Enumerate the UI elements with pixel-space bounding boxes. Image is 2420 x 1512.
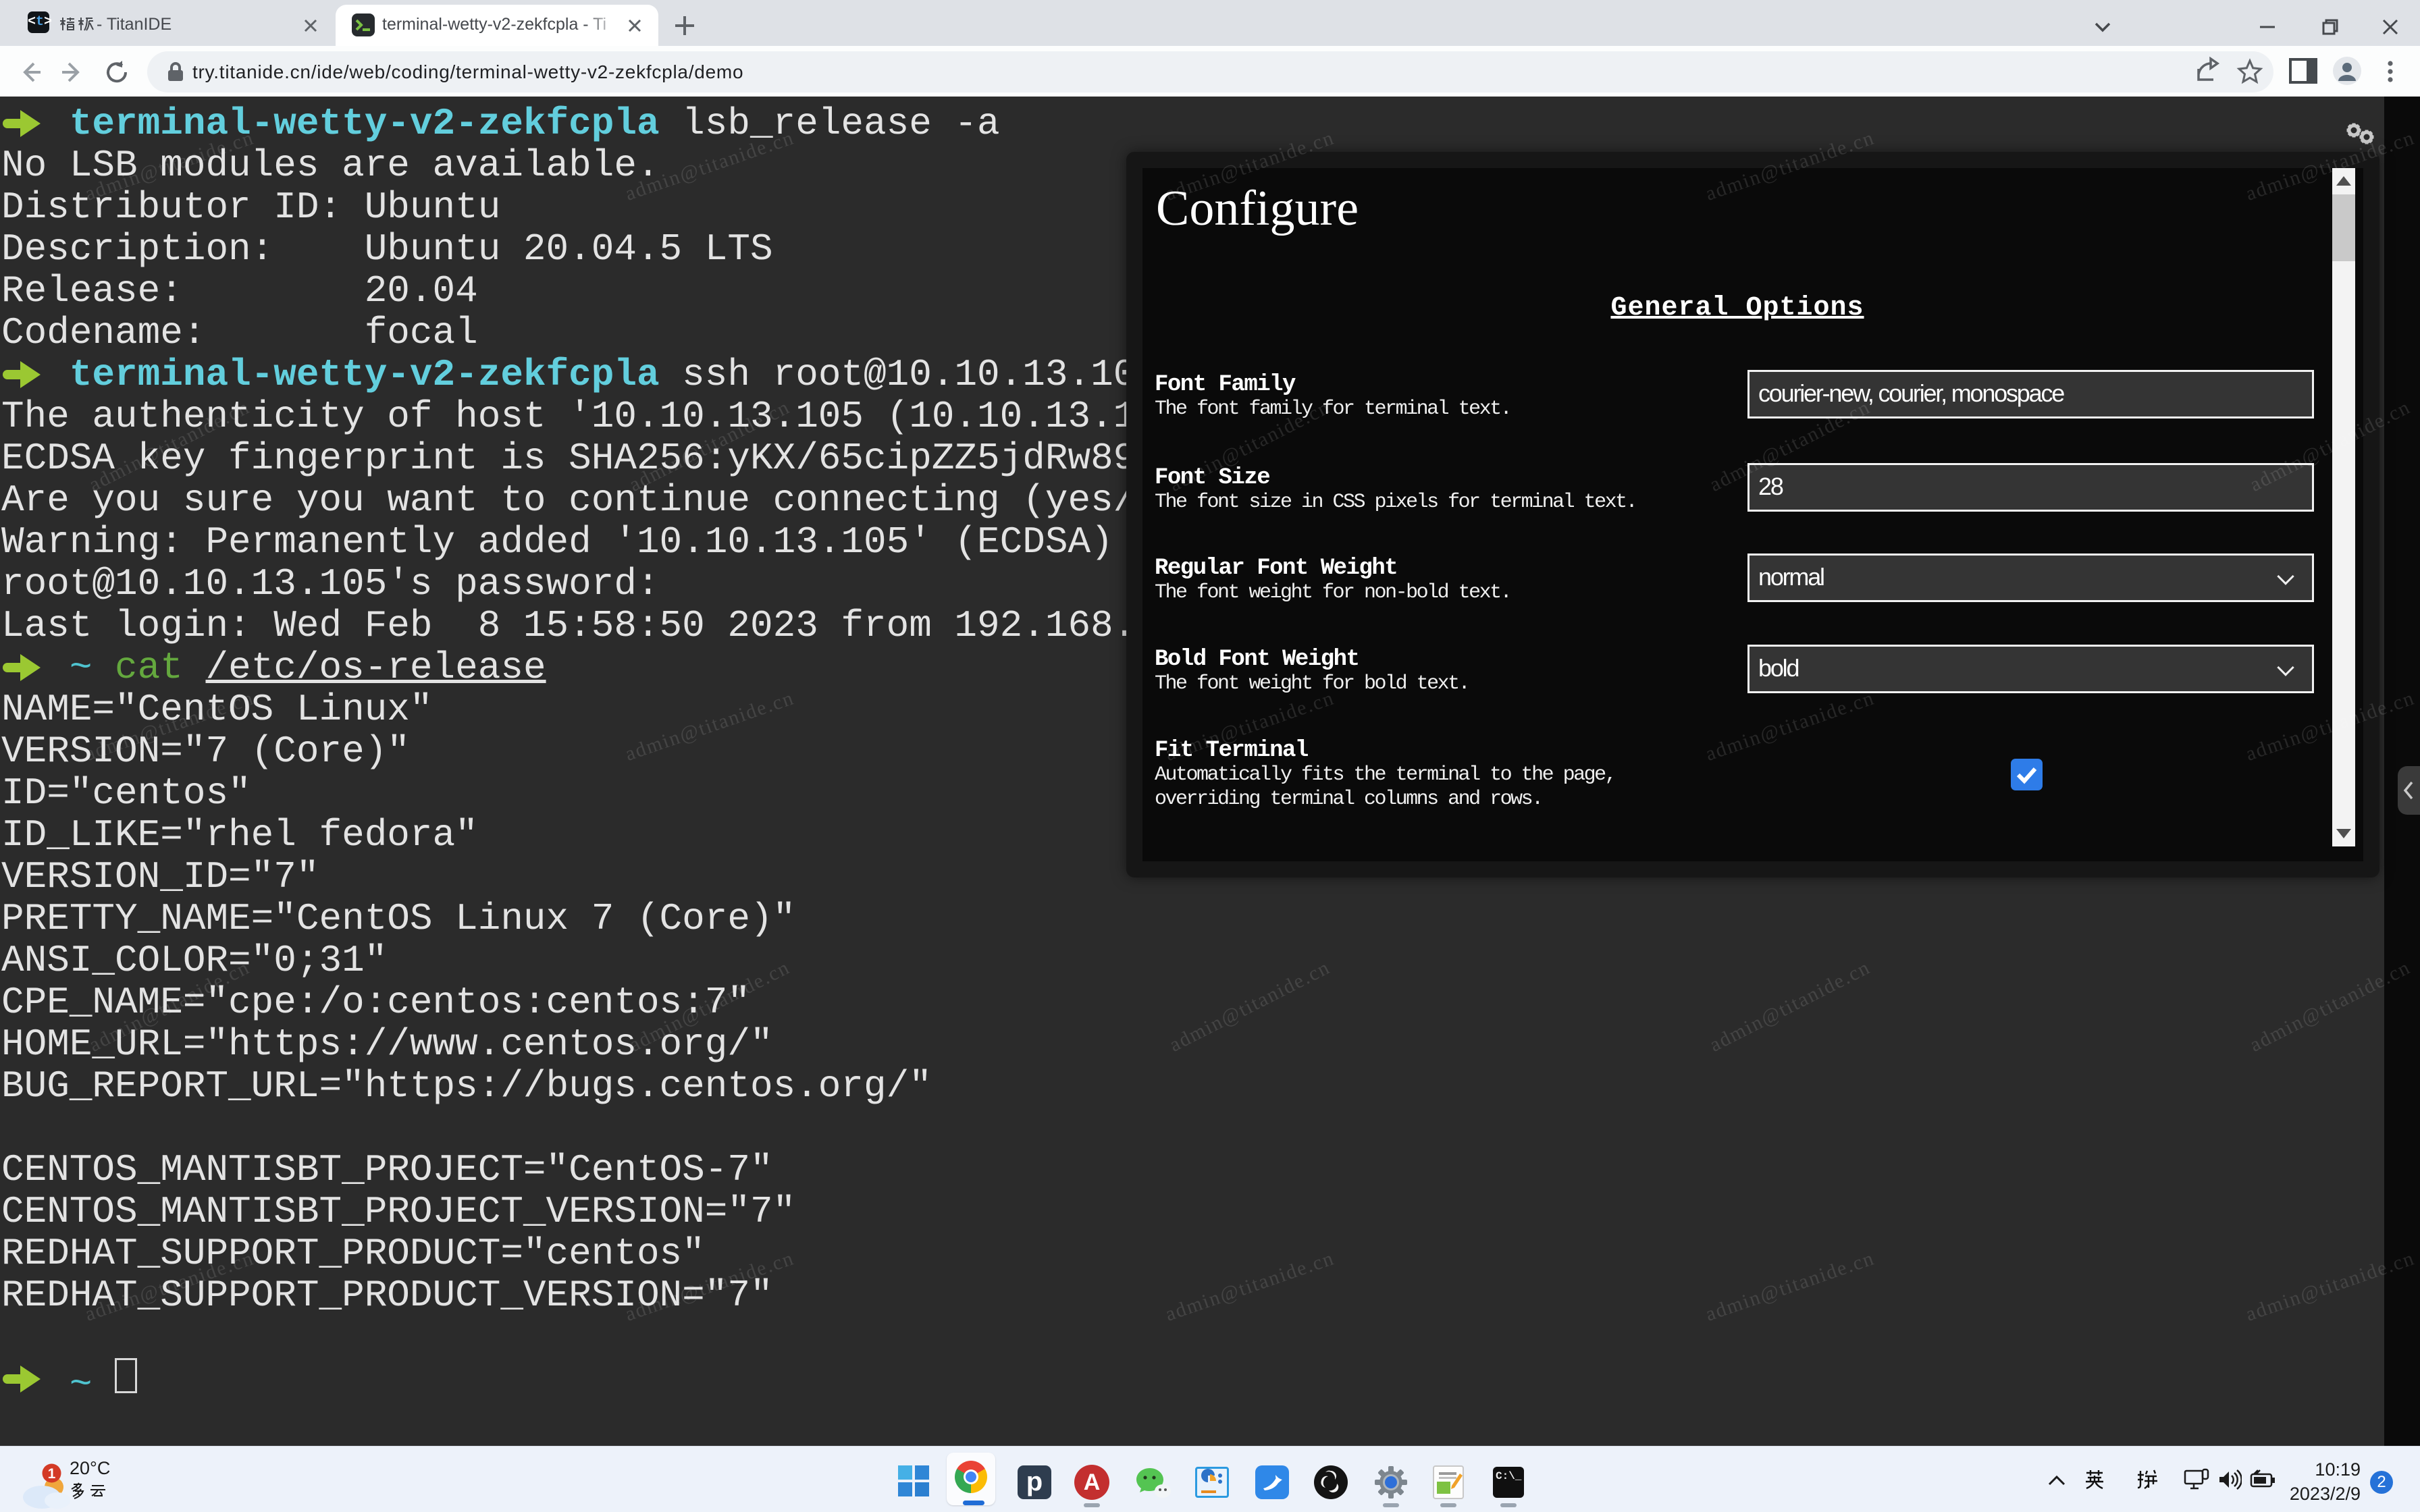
svg-text:1: 1 [48,1466,56,1482]
